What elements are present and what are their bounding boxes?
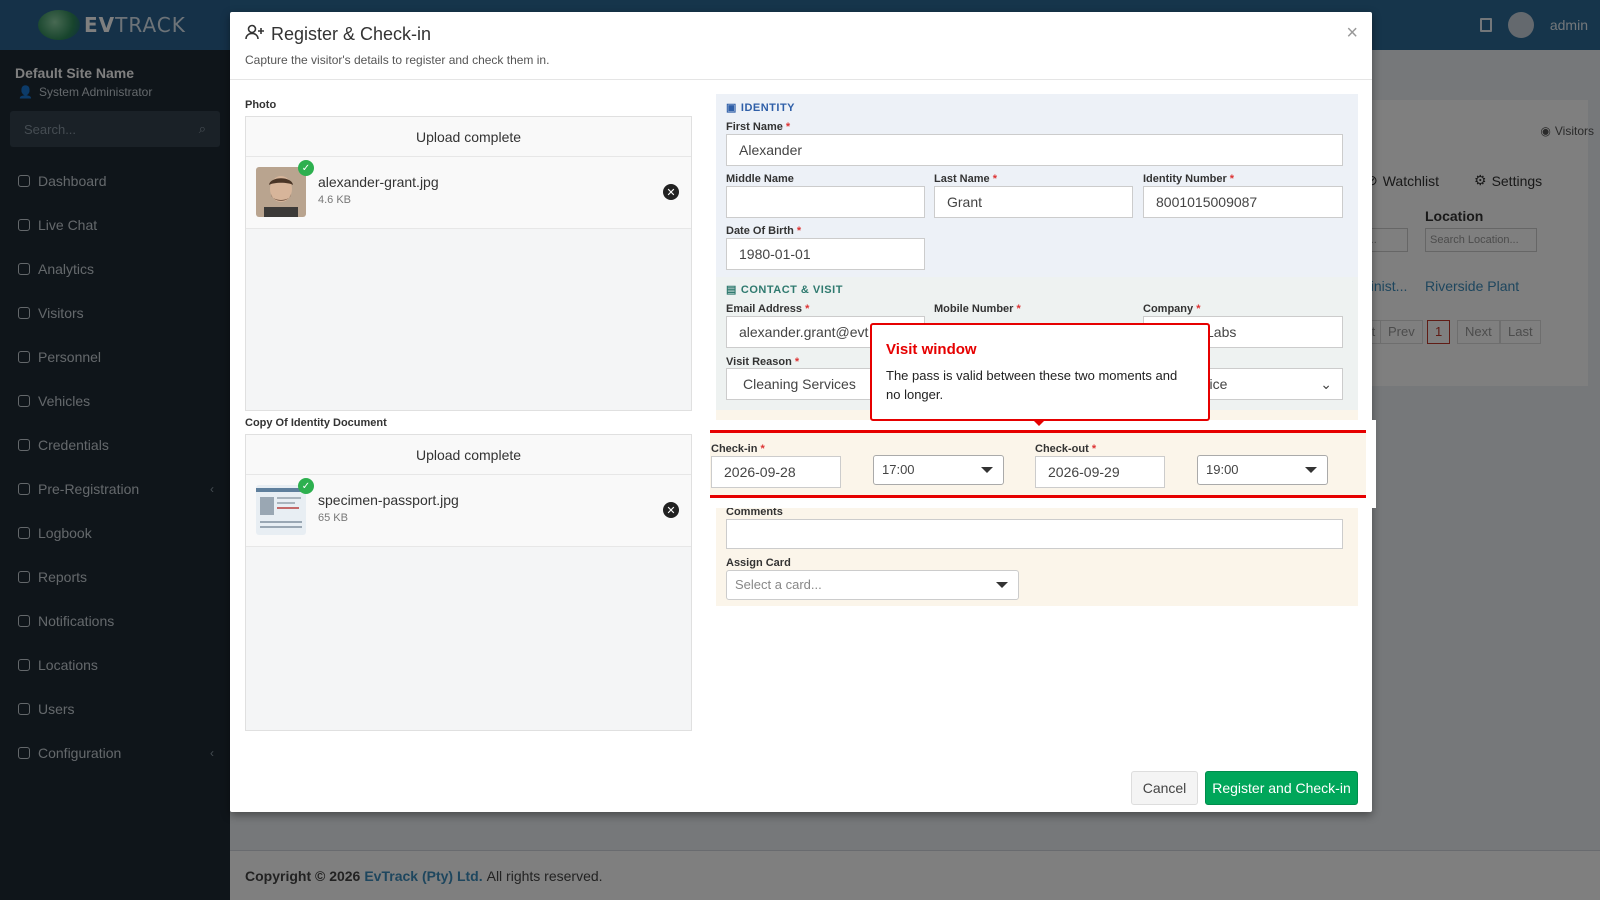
chevron-down-icon — [996, 582, 1008, 588]
identity-number-label-text: Identity Number — [1143, 173, 1227, 185]
checkout-time-value: 19:00 — [1206, 462, 1239, 477]
chevron-down-icon: ⌄ — [1320, 376, 1332, 392]
modal-subtitle: Capture the visitor's details to registe… — [245, 53, 550, 67]
assign-card-select[interactable]: Select a card... — [726, 570, 1019, 600]
mobile-label: Mobile Number * — [934, 303, 1021, 315]
photo-upload-status: Upload complete — [246, 117, 691, 157]
assign-card-placeholder: Select a card... — [735, 577, 822, 592]
photo-file-row: ✓ alexander-grant.jpg 4.6 KB ✕ — [246, 157, 691, 229]
company-label-text: Company — [1143, 303, 1194, 315]
contact-visit-heading: ▤ CONTACT & VISIT — [726, 283, 843, 297]
checkout-date-field[interactable]: 2026-09-29 — [1035, 456, 1165, 488]
id-document-file-row: ✓ specimen-passport.jpg 65 KB ✕ — [246, 475, 691, 547]
callout-title: Visit window — [886, 341, 977, 358]
checkout-label: Check-out * — [1035, 443, 1097, 455]
photo-thumbnail — [256, 167, 306, 217]
id-badge-icon: ▣ — [726, 102, 737, 114]
visit-window-highlight: Check-in * 2026-09-28 17:00 Check-out * … — [710, 430, 1366, 498]
visit-reason-label: Visit Reason * — [726, 356, 800, 368]
company-label: Company * — [1143, 303, 1201, 315]
email-label: Email Address * — [726, 303, 810, 315]
email-label-text: Email Address — [726, 303, 803, 315]
modal-header: Register & Check-in Capture the visitor'… — [230, 12, 1372, 80]
id-document-upload-status: Upload complete — [246, 435, 691, 475]
id-document-upload-dropzone[interactable]: Upload complete ✓ specimen-passport.jpg … — [245, 434, 692, 731]
photo-upload-dropzone[interactable]: Upload complete ✓ alexander-grant.jpg 4.… — [245, 116, 692, 411]
identity-number-field[interactable]: 8001015009087 — [1143, 186, 1343, 218]
upload-complete-check-icon: ✓ — [298, 160, 314, 176]
modal-title: Register & Check-in — [245, 24, 1357, 45]
middle-name-field[interactable] — [726, 186, 925, 218]
last-name-label: Last Name * — [934, 173, 997, 185]
checkout-label-text: Check-out — [1035, 443, 1089, 455]
last-name-field[interactable]: Grant — [934, 186, 1133, 218]
photo-label: Photo — [245, 99, 277, 111]
comments-label: Comments — [726, 506, 783, 518]
identity-number-label: Identity Number * — [1143, 173, 1235, 185]
identity-heading-text: IDENTITY — [740, 101, 796, 114]
visit-reason-label-text: Visit Reason — [726, 356, 792, 368]
cancel-button[interactable]: Cancel — [1131, 771, 1198, 805]
id-document-file-name: specimen-passport.jpg — [318, 492, 459, 508]
identity-section: ▣ IDENTITY First Name * Alexander Middle … — [716, 94, 1358, 282]
first-name-field[interactable]: Alexander — [726, 134, 1343, 166]
user-plus-icon — [245, 24, 265, 45]
checkin-date-field[interactable]: 2026-09-28 — [711, 456, 841, 488]
callout-body: The pass is valid between these two mome… — [886, 368, 1178, 402]
identity-heading: ▣ IDENTITY — [726, 101, 796, 115]
id-document-file-size: 65 KB — [318, 512, 348, 524]
comments-textarea[interactable] — [726, 519, 1343, 549]
id-document-label: Copy Of Identity Document — [245, 417, 387, 429]
checkin-label: Check-in * — [711, 443, 765, 455]
assign-card-label: Assign Card — [726, 557, 791, 569]
visit-window-callout: Visit window The pass is valid between t… — [870, 323, 1210, 426]
upload-complete-check-icon: ✓ — [298, 478, 314, 494]
remove-id-document-close-icon[interactable]: ✕ — [663, 502, 679, 518]
register-and-checkin-button[interactable]: Register and Check-in — [1205, 771, 1358, 805]
middle-name-label: Middle Name — [726, 173, 794, 185]
mobile-label-text: Mobile Number — [934, 303, 1014, 315]
photo-file-name: alexander-grant.jpg — [318, 174, 439, 190]
dob-label: Date Of Birth * — [726, 225, 802, 237]
checkout-time-select[interactable]: 19:00 — [1197, 455, 1328, 485]
chevron-down-icon — [981, 467, 993, 473]
photo-file-size: 4.6 KB — [318, 194, 352, 206]
checkin-time-select[interactable]: 17:00 — [873, 455, 1004, 485]
schedule-heading-text: SCHEDULE — [740, 418, 805, 431]
first-name-label-text: First Name — [726, 121, 783, 133]
remove-photo-close-icon[interactable]: ✕ — [663, 184, 679, 200]
close-icon[interactable]: × — [1346, 22, 1358, 45]
last-name-label-text: Last Name — [934, 173, 990, 185]
checkin-time-value: 17:00 — [882, 462, 915, 477]
callout-pointer — [1033, 420, 1045, 426]
checkin-label-text: Check-in — [711, 443, 758, 455]
contact-visit-heading-text: CONTACT & VISIT — [740, 283, 843, 296]
passport-thumbnail — [256, 485, 306, 535]
dob-field[interactable]: 1980-01-01 — [726, 238, 925, 270]
first-name-label: First Name * — [726, 121, 791, 133]
chevron-down-icon — [1305, 467, 1317, 473]
dob-label-text: Date Of Birth — [726, 225, 794, 237]
modal-title-text: Register & Check-in — [271, 24, 432, 44]
contact-card-icon: ▤ — [726, 284, 737, 296]
